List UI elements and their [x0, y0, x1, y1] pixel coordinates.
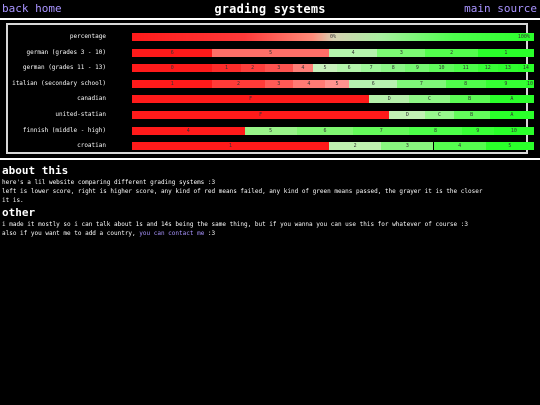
grade-segment: 8	[381, 64, 406, 73]
grade-segment: 7	[353, 126, 410, 135]
grade-segment: 4	[292, 79, 325, 88]
grade-segment: 1	[132, 79, 213, 88]
grade-segment: 1	[477, 48, 534, 57]
middle-divider	[0, 158, 540, 160]
grade-segment: 4	[328, 48, 378, 57]
grade-segment: 10	[493, 126, 534, 135]
page-title: grading systems	[214, 2, 326, 16]
grade-bar: 1 2 3 4 5 6 7 8 9 10	[132, 79, 534, 88]
main-source-link[interactable]: main source	[464, 2, 537, 15]
grade-segment: 10	[429, 64, 454, 73]
row-label: canadian	[77, 95, 106, 103]
other-text-line-2: also if you want me to add a country, yo…	[2, 230, 215, 238]
grade-segment: D	[369, 95, 410, 104]
grade-segment: 13	[497, 64, 518, 73]
grade-bar: FDCBA	[132, 95, 534, 104]
grade-segment: 2	[328, 142, 382, 151]
grade-bar: 0% 100%	[132, 33, 534, 41]
row-label: german (grades 3 - 10)	[26, 48, 106, 56]
grade-segment: A	[489, 95, 534, 104]
row-label: italian (secondary school)	[12, 79, 106, 87]
grade-segment: 6	[296, 126, 354, 135]
grade-bar: 0 1 2 3 4 5 6 7 8 9 10 11 12 13 14	[132, 64, 534, 73]
grade-bar: FDCBA	[132, 111, 534, 119]
grade-segment: F	[132, 111, 390, 119]
about-text-line-1: here's a lil website comparing different…	[2, 179, 216, 186]
grade-segment: 10	[525, 79, 534, 88]
row-label: finnish (middle - high)	[22, 126, 106, 134]
grade-segment: 5	[244, 126, 297, 135]
row-label: croatian	[77, 142, 106, 150]
grade-segment: 7	[361, 64, 382, 73]
grade-segment: 7	[397, 79, 446, 88]
other-heading: other	[2, 206, 36, 219]
grade-segment: 6	[349, 79, 398, 88]
grade-segment: 5	[312, 64, 337, 73]
grade-bar: 654321	[132, 48, 534, 57]
grade-segment: 2	[240, 64, 265, 73]
grade-segment: 9	[461, 126, 494, 135]
grade-segment: 4	[433, 142, 486, 151]
grade-segment: 0	[132, 64, 213, 73]
grade-bar: 4 5 6 7 8 9 10	[132, 126, 534, 135]
grade-bar: 12345	[132, 142, 534, 151]
grade-segment: 6	[132, 48, 213, 57]
about-text-line-3: it is.	[2, 197, 24, 204]
grade-segment: B	[449, 95, 490, 104]
grade-segment: C	[425, 111, 454, 119]
other-text-line-1: i made it mostly so i can talk about 1s …	[2, 221, 468, 228]
grade-segment: 8	[445, 79, 486, 88]
grade-segment: 3	[381, 142, 434, 151]
grade-segment: 3	[377, 48, 426, 57]
other-text-line-2-prefix: also if you want me to add a country,	[2, 230, 140, 237]
grade-segment: D	[389, 111, 426, 119]
grade-segment: 3	[264, 64, 293, 73]
top-navigation-bar: back home grading systems main source	[0, 0, 540, 18]
grade-segment: 5	[485, 142, 534, 151]
grade-segment: 2	[425, 48, 478, 57]
about-heading: about this	[2, 164, 69, 177]
grade-segment: 1	[132, 142, 329, 151]
grade-segment: F	[132, 95, 370, 104]
grade-segment: 12	[477, 64, 498, 73]
grade-segment: 8	[409, 126, 462, 135]
grade-segment: 6	[337, 64, 362, 73]
grade-segment: 5	[324, 79, 350, 88]
grade-segment: C	[409, 95, 450, 104]
grading-comparison-chart: percentage 0% 100% german (grades 3 - 10) 6 5…	[6, 23, 534, 154]
grade-segment: 9	[405, 64, 430, 73]
grade-segment: 1	[212, 64, 241, 73]
grade-segment: 2	[212, 79, 265, 88]
row-label: percentage	[69, 33, 106, 40]
grade-segment: 5	[212, 48, 329, 57]
row-label: united-statian	[55, 111, 106, 118]
top-divider	[0, 18, 540, 20]
grade-segment: 4	[132, 126, 245, 135]
grade-segment: 14	[517, 64, 534, 73]
other-text-line-2-suffix: :3	[204, 230, 216, 237]
contact-me-link[interactable]: you can contact me	[139, 230, 204, 237]
about-text-line-2: left is lower score, right is higher sco…	[2, 188, 483, 195]
grade-segment: 9	[485, 79, 526, 88]
grade-segment: B	[453, 111, 490, 119]
grade-segment: 4	[292, 64, 313, 73]
grade-segment: A	[489, 111, 534, 119]
grade-segment: 100%	[517, 34, 530, 40]
row-label: german (grades 11 - 13)	[22, 64, 106, 72]
grade-segment: 3	[264, 79, 293, 88]
grade-segment: 11	[453, 64, 478, 73]
grade-segment: 0%	[132, 33, 534, 41]
